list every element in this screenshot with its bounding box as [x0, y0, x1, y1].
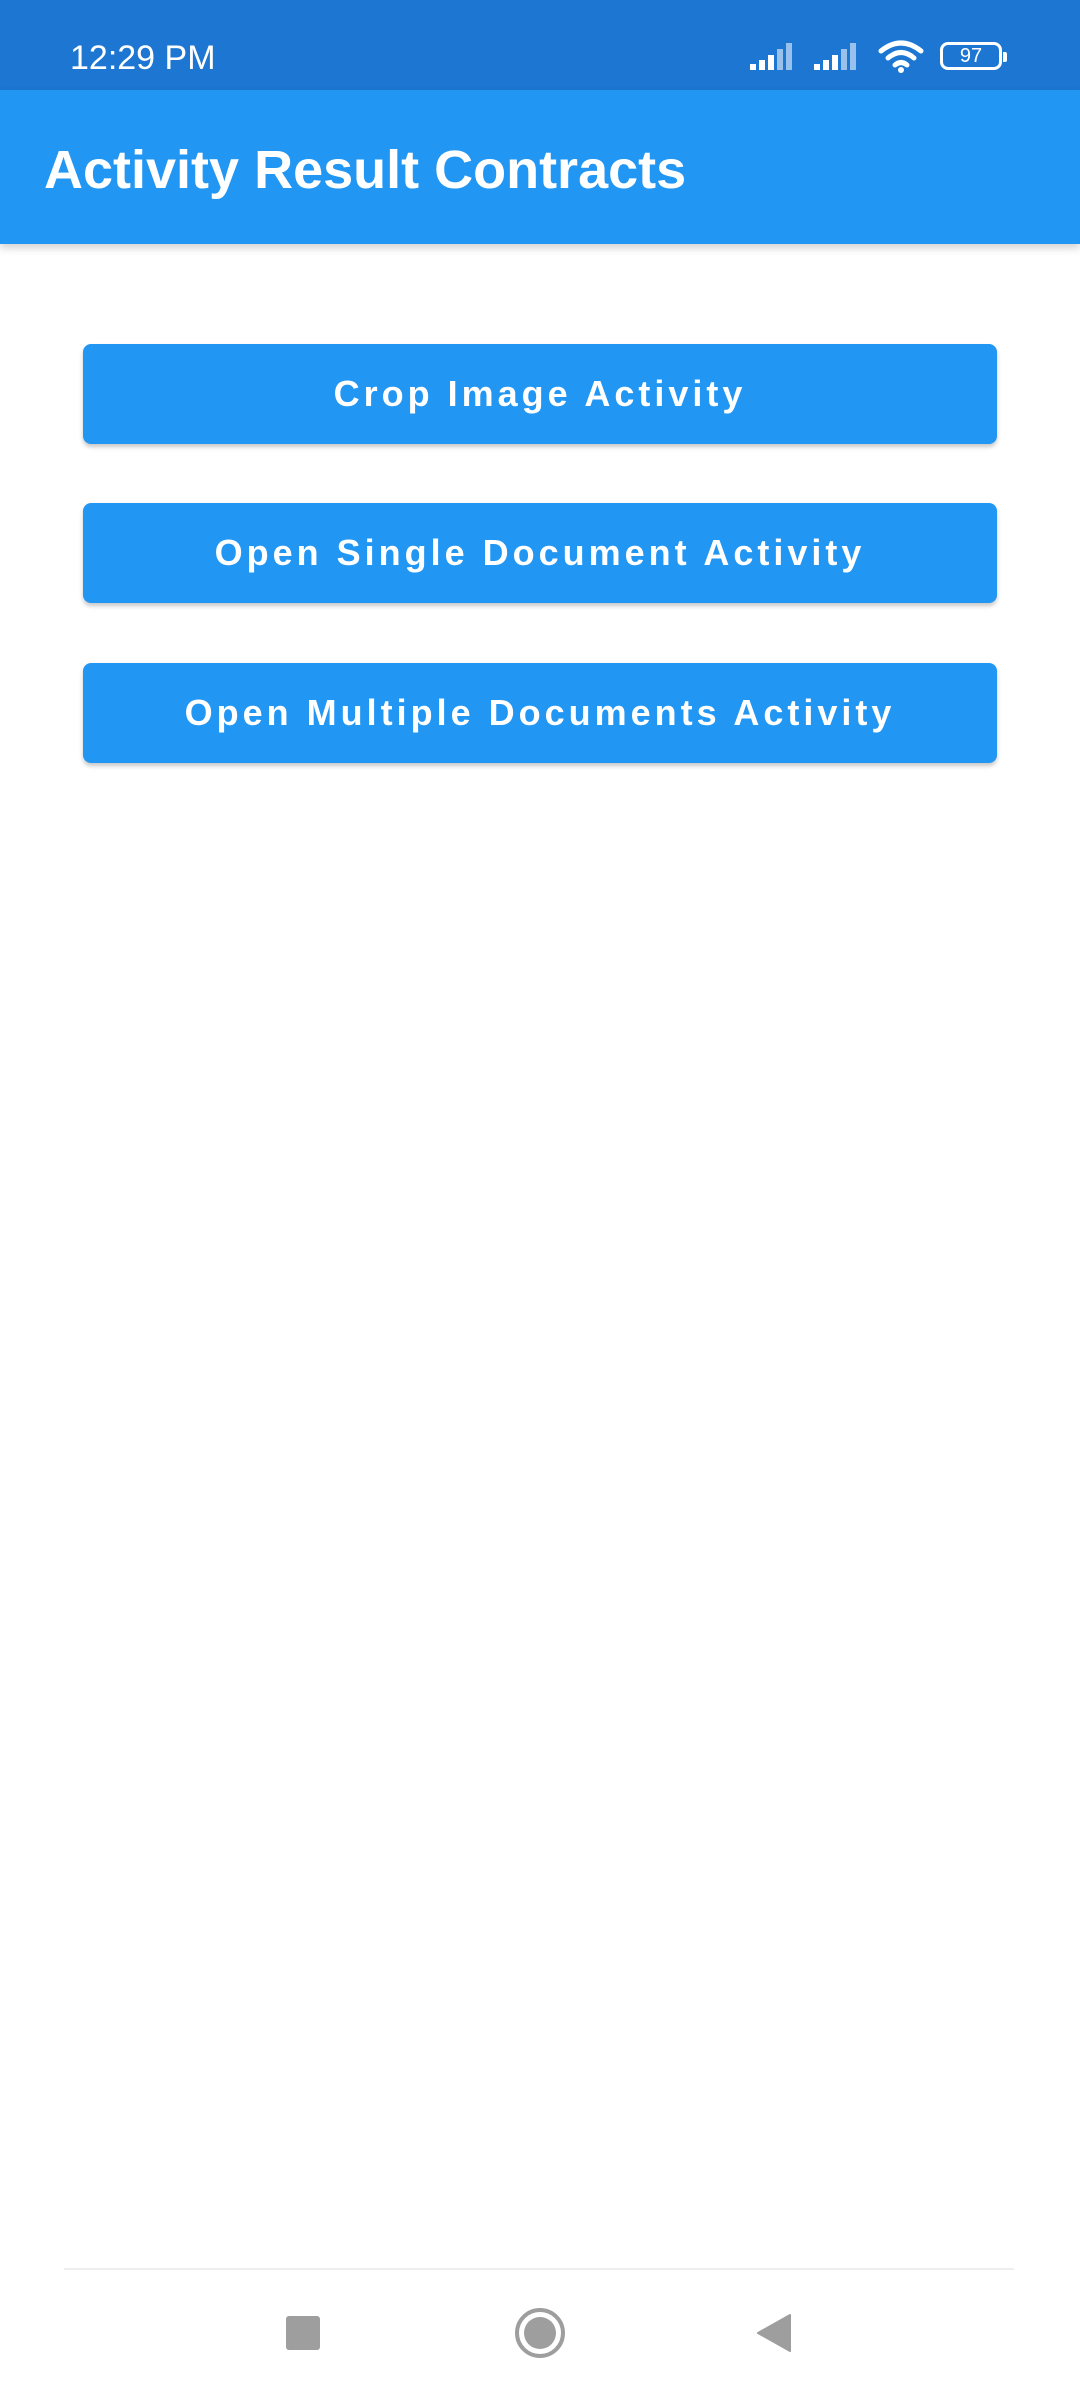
open-single-document-activity-button[interactable]: Open Single Document Activity — [83, 503, 997, 603]
battery-tip — [1003, 52, 1007, 62]
wifi-icon — [878, 39, 924, 73]
signal-icon — [814, 40, 862, 72]
open-multiple-documents-activity-button[interactable]: Open Multiple Documents Activity — [83, 663, 997, 763]
home-button[interactable] — [490, 2270, 590, 2400]
status-time: 12:29 PM — [70, 39, 216, 77]
status-icons: 97 — [750, 36, 1007, 76]
home-icon — [514, 2307, 566, 2364]
recents-button[interactable] — [253, 2270, 353, 2400]
screen: 12:29 PM 97 Activity Result Contracts Cr… — [0, 0, 1080, 2400]
back-icon — [756, 2313, 792, 2358]
crop-image-activity-button[interactable]: Crop Image Activity — [83, 344, 997, 444]
navigation-bar — [0, 2270, 1080, 2400]
app-bar: Activity Result Contracts — [0, 90, 1080, 244]
status-bar: 12:29 PM 97 — [0, 0, 1080, 90]
recents-icon — [286, 2315, 320, 2355]
back-button[interactable] — [724, 2270, 824, 2400]
signal-icon — [750, 40, 798, 72]
battery-level: 97 — [959, 45, 983, 67]
battery-icon: 97 — [940, 42, 1007, 70]
page-title: Activity Result Contracts — [44, 140, 687, 200]
